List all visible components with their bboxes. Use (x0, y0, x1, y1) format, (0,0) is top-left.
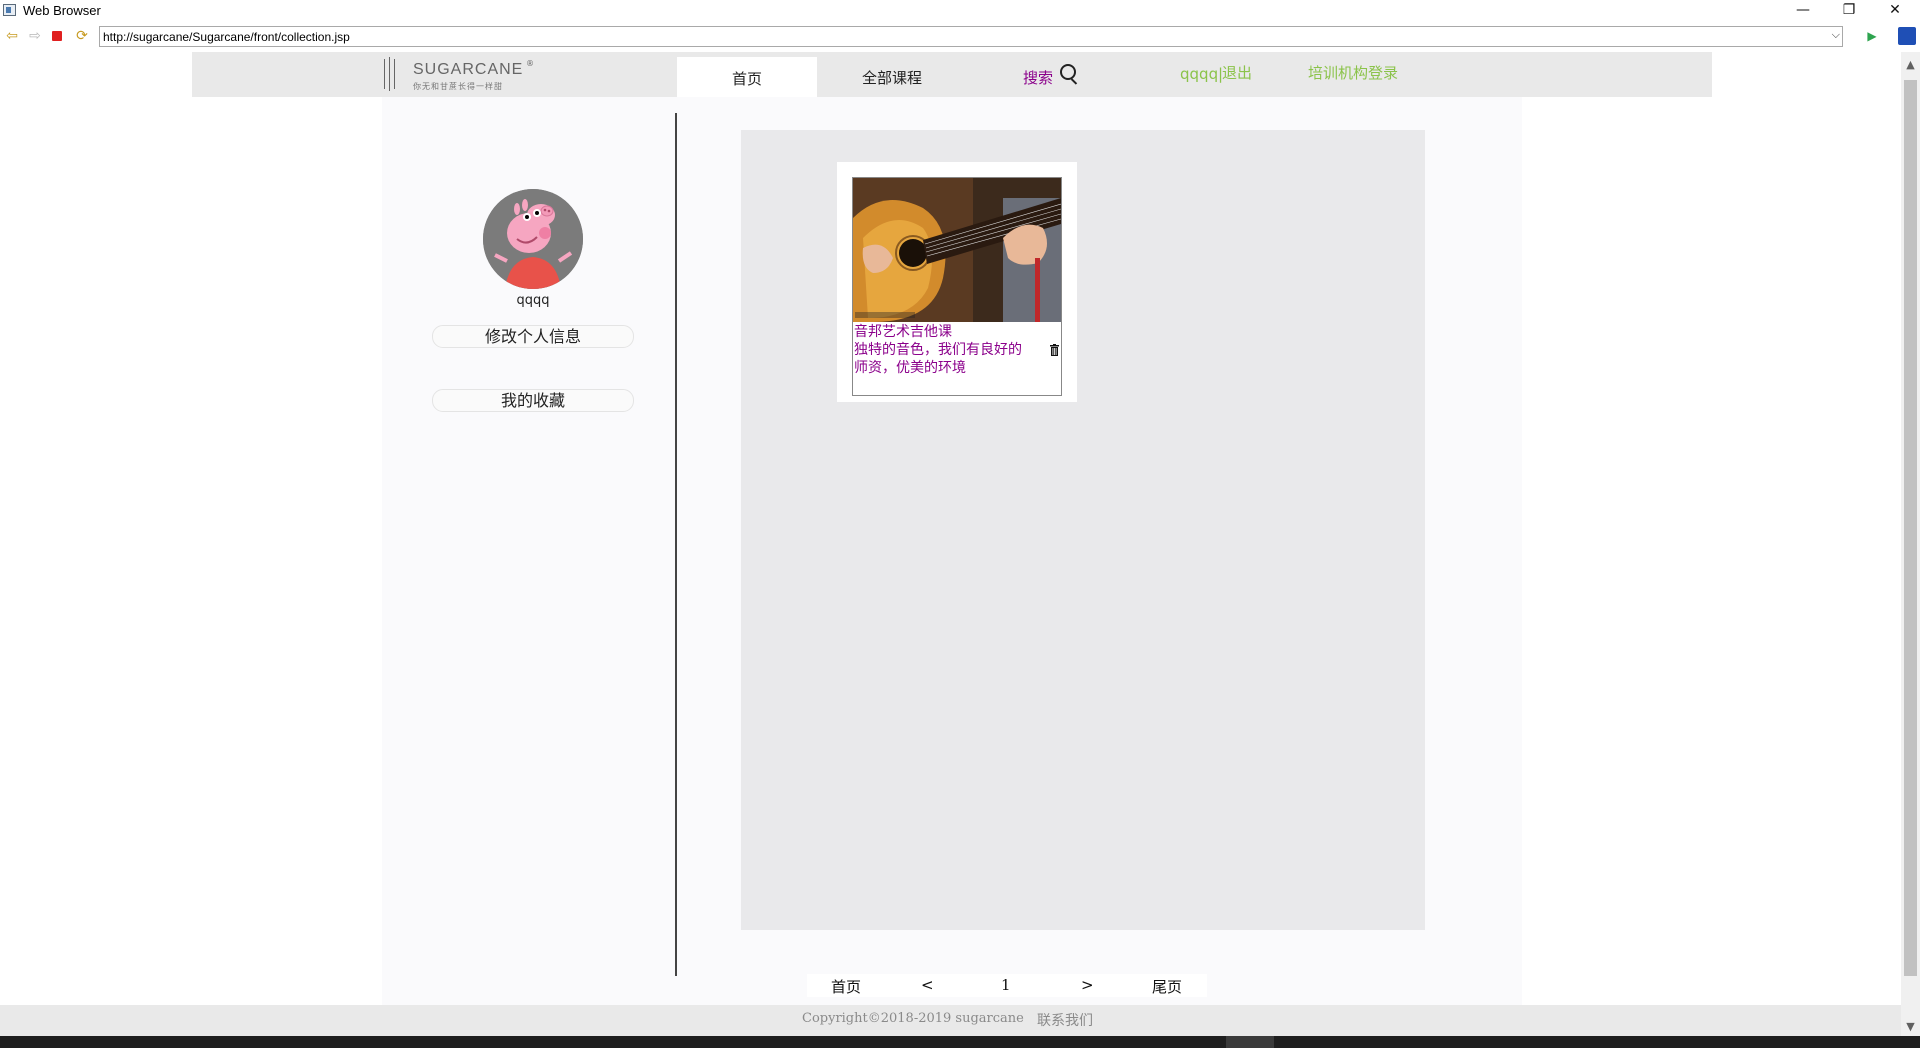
go-arrow-icon[interactable]: ▶ (1864, 28, 1880, 44)
edit-profile-button[interactable]: 修改个人信息 (432, 325, 634, 348)
logo-stalk-1 (384, 59, 385, 89)
close-button[interactable]: ✕ (1872, 0, 1918, 22)
window-titlebar: Web Browser — ❐ ✕ (0, 0, 1920, 22)
scrollbar-thumb[interactable] (1904, 80, 1917, 976)
logo-slogan: 你无和甘蔗长得一样甜 (413, 82, 503, 91)
site-footer: Copyright©2018-2019 sugarcane 联系我们 (0, 1005, 1901, 1036)
logo-stalk-2 (389, 57, 390, 91)
back-arrow-icon[interactable]: ⇦ (4, 28, 20, 44)
collection-panel: 音邦艺术吉他课 独特的音色，我们有良好的师资，优美的环境 (741, 130, 1425, 930)
taskbar (0, 1036, 1920, 1048)
nav-search-link[interactable]: 搜索 (1023, 67, 1053, 88)
page-viewport: SUGARCANE ® 你无和甘蔗长得一样甜 首页 全部课程 搜索 qqqq |… (0, 52, 1901, 1036)
pagination-last[interactable]: 尾页 (1152, 976, 1182, 997)
course-card-inner: 音邦艺术吉他课 独特的音色，我们有良好的师资，优美的环境 (852, 177, 1062, 396)
forward-arrow-icon[interactable]: ⇨ (27, 28, 43, 44)
course-title[interactable]: 音邦艺术吉他课 (854, 324, 952, 341)
minimize-button[interactable]: — (1780, 0, 1826, 22)
taskbar-item[interactable] (1226, 1036, 1274, 1048)
course-description: 独特的音色，我们有良好的师资，优美的环境 (854, 342, 1022, 376)
pagination-prev[interactable]: < (921, 976, 934, 994)
my-favorites-button[interactable]: 我的收藏 (432, 389, 634, 412)
pagination-current[interactable]: 1 (1001, 976, 1011, 994)
main-content: qqqq 修改个人信息 我的收藏 音邦艺术吉他课 独特的音色，我们有良好的师资，… (382, 97, 1522, 1036)
refresh-icon[interactable]: ⟳ (74, 28, 90, 44)
nav-username[interactable]: qqqq (1180, 65, 1218, 83)
sugarcane-logo[interactable]: SUGARCANE ® 你无和甘蔗长得一样甜 (368, 57, 538, 93)
pagination-first[interactable]: 首页 (831, 976, 861, 997)
logo-registered-mark: ® (526, 59, 534, 68)
url-input[interactable] (103, 28, 1803, 45)
sidebar-divider (675, 113, 677, 976)
stop-icon[interactable] (52, 31, 62, 41)
window-title: Web Browser (23, 3, 101, 18)
nav-home-tab[interactable]: 首页 (677, 57, 817, 97)
sidebar-username: qqqq (516, 293, 550, 308)
pagination-next[interactable]: > (1081, 976, 1094, 994)
course-card[interactable]: 音邦艺术吉他课 独特的音色，我们有良好的师资，优美的环境 (837, 162, 1077, 402)
restore-button[interactable]: ❐ (1826, 0, 1872, 22)
site-header: SUGARCANE ® 你无和甘蔗长得一样甜 首页 全部课程 搜索 qqqq |… (192, 52, 1712, 97)
guitar-course-image[interactable] (853, 178, 1061, 322)
peppa-pig-avatar-image (483, 189, 583, 289)
search-icon[interactable] (1060, 64, 1076, 80)
browser-logo-icon[interactable] (1898, 27, 1916, 45)
address-bar[interactable]: ⌵ (99, 26, 1843, 47)
scroll-up-icon[interactable]: ▲ (1901, 56, 1920, 74)
logout-link[interactable]: 退出 (1222, 62, 1252, 83)
trash-icon[interactable] (1050, 344, 1059, 356)
logo-stalk-3 (394, 59, 395, 89)
browser-app-icon (3, 4, 16, 16)
contact-us-link[interactable]: 联系我们 (1037, 1010, 1093, 1030)
scroll-down-icon[interactable]: ▼ (1901, 1018, 1920, 1036)
user-avatar[interactable] (483, 189, 583, 289)
nav-all-courses[interactable]: 全部课程 (862, 67, 922, 88)
chevron-down-icon[interactable]: ⌵ (1832, 28, 1840, 42)
pagination: 首页 < 1 > 尾页 (807, 974, 1207, 997)
logo-text: SUGARCANE (413, 61, 524, 78)
browser-toolbar: ⇦ ⇨ ⟳ ⌵ ▶ (0, 22, 1920, 52)
org-login-link[interactable]: 培训机构登录 (1308, 62, 1398, 83)
copyright-text: Copyright©2018-2019 sugarcane (802, 1011, 1024, 1026)
vertical-scrollbar[interactable]: ▲ ▼ (1901, 52, 1920, 1036)
